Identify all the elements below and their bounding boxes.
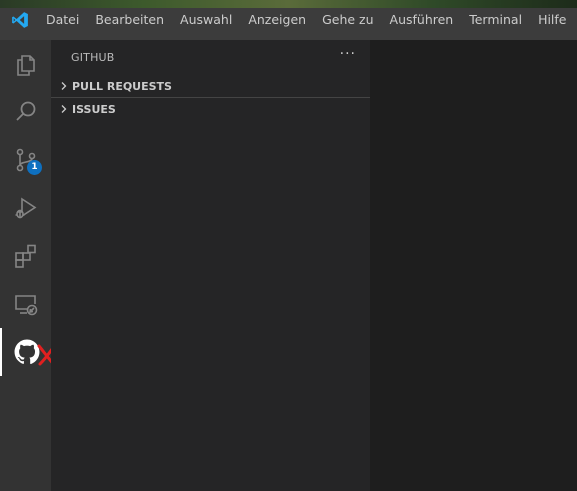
section-label: PULL REQUESTS xyxy=(72,79,172,93)
remote-explorer-icon xyxy=(13,291,39,317)
activity-bar: 1 xyxy=(0,40,58,491)
editor-area xyxy=(370,40,577,491)
section-label: ISSUES xyxy=(72,102,116,116)
activity-extensions[interactable] xyxy=(0,232,51,280)
sidebar-header: GITHUB ··· xyxy=(51,40,370,75)
extensions-icon xyxy=(13,243,39,269)
sidebar: GITHUB ··· PULL REQUESTS ISSUES xyxy=(51,40,370,491)
activity-search[interactable] xyxy=(0,88,51,136)
activity-source-control[interactable]: 1 xyxy=(0,136,51,184)
activity-run-debug[interactable] xyxy=(0,184,51,232)
source-control-badge: 1 xyxy=(27,160,42,175)
section-pull-requests[interactable]: PULL REQUESTS xyxy=(51,75,370,98)
search-icon xyxy=(13,99,39,125)
run-debug-icon xyxy=(13,195,39,221)
desktop-background-top xyxy=(0,0,577,8)
section-issues[interactable]: ISSUES xyxy=(51,98,370,120)
chevron-right-icon xyxy=(57,102,71,116)
activity-github[interactable] xyxy=(0,328,58,376)
files-icon xyxy=(13,51,39,77)
activity-explorer[interactable] xyxy=(0,40,51,88)
activity-remote-explorer[interactable] xyxy=(0,280,51,328)
sidebar-title: GITHUB xyxy=(71,51,115,64)
chevron-right-icon xyxy=(57,79,71,93)
more-actions-icon[interactable]: ··· xyxy=(340,47,356,61)
